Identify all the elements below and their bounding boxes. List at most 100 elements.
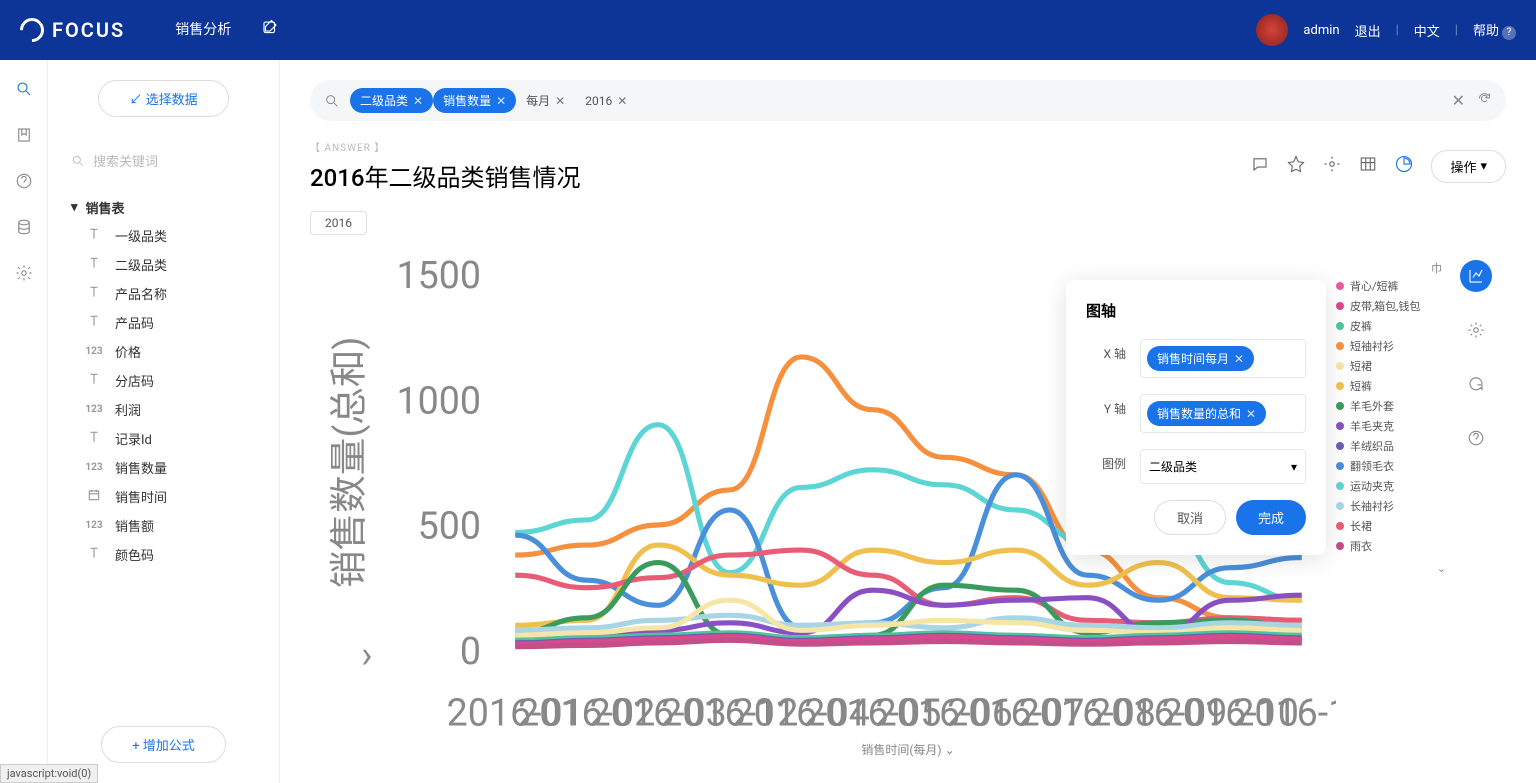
- info-button[interactable]: [1460, 422, 1492, 454]
- legend-item[interactable]: 皮带,箱包,钱包: [1336, 296, 1446, 316]
- search-icon[interactable]: [15, 80, 33, 98]
- field-item[interactable]: 记录Id: [63, 424, 264, 453]
- clear-icon[interactable]: ✕: [1452, 91, 1465, 110]
- field-tree: ▾ 销售表 一级品类二级品类产品名称产品码123价格分店码123利润记录Id12…: [63, 194, 264, 569]
- legend-item[interactable]: 背心/短裤: [1336, 276, 1446, 296]
- chart-area: 050010001500销售数量(总和)›2016-012016-022016-…: [310, 240, 1336, 736]
- pin-icon[interactable]: [1287, 155, 1305, 177]
- axis-config-panel: 图轴 X 轴 销售时间每月 ✕ Y 轴 销售数量的总和 ✕: [1066, 280, 1326, 555]
- query-pill[interactable]: 每月 ✕: [516, 88, 575, 113]
- help-icon[interactable]: [15, 172, 33, 190]
- reload-button[interactable]: [1460, 368, 1492, 400]
- settings-icon[interactable]: [1323, 155, 1341, 177]
- legend-item[interactable]: 短裤: [1336, 376, 1446, 396]
- legend-more-icon[interactable]: ⌄: [1336, 562, 1446, 575]
- answer-label: 【 ANSWER 】: [310, 139, 581, 154]
- header-right: admin 退出 | 中文 | 帮助?: [1256, 14, 1516, 46]
- y-axis-label: Y 轴: [1086, 394, 1126, 417]
- logo-icon: [15, 13, 49, 47]
- legend-item[interactable]: 短裙: [1336, 356, 1446, 376]
- legend-item[interactable]: 长袖衬衫: [1336, 496, 1446, 516]
- gear-icon[interactable]: [15, 264, 33, 282]
- x-axis-label: X 轴: [1086, 339, 1126, 362]
- svg-text:销售数量(总和): 销售数量(总和): [327, 336, 371, 588]
- field-item[interactable]: 二级品类: [63, 250, 264, 279]
- query-pills: 二级品类 ✕销售数量 ✕每月 ✕2016 ✕: [350, 88, 637, 113]
- query-pill[interactable]: 2016 ✕: [575, 90, 637, 112]
- table-header[interactable]: ▾ 销售表: [63, 194, 264, 221]
- search-icon: [324, 93, 340, 109]
- year-tab[interactable]: 2016: [310, 211, 367, 235]
- brand-logo: FOCUS: [20, 18, 125, 42]
- database-icon[interactable]: [15, 218, 33, 236]
- left-rail: [0, 60, 48, 783]
- title-actions: 操作 ▾: [1251, 150, 1506, 183]
- query-bar: 二级品类 ✕销售数量 ✕每月 ✕2016 ✕ ✕: [310, 80, 1506, 121]
- svg-text:1500: 1500: [396, 254, 481, 298]
- header-nav: 销售分析: [175, 19, 279, 41]
- config-button[interactable]: [1460, 314, 1492, 346]
- panel-title: 图轴: [1086, 300, 1306, 321]
- search-input[interactable]: 搜索关键词: [63, 147, 264, 174]
- nav-sales-analysis[interactable]: 销售分析: [175, 19, 231, 41]
- legend-select[interactable]: 二级品类▾: [1140, 449, 1306, 484]
- legend-item[interactable]: 羊毛外套: [1336, 396, 1446, 416]
- query-pill[interactable]: 二级品类 ✕: [350, 88, 433, 113]
- fields-sidebar: ↙ 选择数据 搜索关键词 ▾ 销售表 一级品类二级品类产品名称产品码123价格分…: [48, 60, 280, 783]
- svg-text:500: 500: [418, 505, 481, 549]
- field-item[interactable]: 123销售额: [63, 511, 264, 540]
- svg-text:›: ›: [361, 634, 372, 678]
- username[interactable]: admin: [1303, 23, 1339, 38]
- field-item[interactable]: 销售时间: [63, 482, 264, 511]
- help-link[interactable]: 帮助?: [1473, 20, 1516, 40]
- comment-icon[interactable]: [1251, 155, 1269, 177]
- axis-config-button[interactable]: [1460, 260, 1492, 292]
- query-pill[interactable]: 销售数量 ✕: [433, 88, 516, 113]
- add-formula-button[interactable]: + 增加公式: [101, 726, 226, 763]
- legend-item[interactable]: 羊毛夹克: [1336, 416, 1446, 436]
- field-item[interactable]: 分店码: [63, 366, 264, 395]
- legend-item[interactable]: 运动夹克: [1336, 476, 1446, 496]
- legend-partial: 巾: [1336, 260, 1446, 276]
- status-bar: javascript:void(0): [0, 764, 98, 783]
- field-item[interactable]: 产品码: [63, 308, 264, 337]
- select-data-button[interactable]: ↙ 选择数据: [98, 80, 228, 117]
- legend-item[interactable]: 翻领毛衣: [1336, 456, 1446, 476]
- legend-label: 图例: [1086, 449, 1126, 472]
- page-title: 2016年二级品类销售情况: [310, 158, 581, 193]
- field-item[interactable]: 一级品类: [63, 221, 264, 250]
- x-axis-pill[interactable]: 销售时间每月 ✕: [1147, 346, 1254, 371]
- svg-text:0: 0: [460, 630, 481, 674]
- svg-text:1000: 1000: [396, 379, 481, 423]
- cancel-button[interactable]: 取消: [1154, 500, 1226, 535]
- edit-icon[interactable]: [261, 19, 279, 41]
- table-icon[interactable]: [1359, 155, 1377, 177]
- operations-button[interactable]: 操作 ▾: [1431, 150, 1506, 183]
- field-item[interactable]: 123销售数量: [63, 453, 264, 482]
- legend-item[interactable]: 短袖衬衫: [1336, 336, 1446, 356]
- avatar[interactable]: [1256, 14, 1288, 46]
- field-item[interactable]: 颜色码: [63, 540, 264, 569]
- field-item[interactable]: 123利润: [63, 395, 264, 424]
- field-item[interactable]: 产品名称: [63, 279, 264, 308]
- svg-text:2016-11: 2016-11: [1233, 692, 1336, 736]
- chart-icon[interactable]: [1395, 155, 1413, 177]
- legend-item[interactable]: 羊绒织品: [1336, 436, 1446, 456]
- right-rail: [1446, 240, 1506, 736]
- language-link[interactable]: 中文: [1414, 21, 1440, 40]
- legend-item[interactable]: 长裙: [1336, 516, 1446, 536]
- chart-legend: 巾 背心/短裤皮带,箱包,钱包皮裤短袖衬衫短裙短裤羊毛外套羊毛夹克羊绒织品翻领毛…: [1336, 240, 1446, 720]
- app-header: FOCUS 销售分析 admin 退出 | 中文 | 帮助?: [0, 0, 1536, 60]
- logout-link[interactable]: 退出: [1355, 21, 1381, 40]
- bookmark-icon[interactable]: [15, 126, 33, 144]
- field-item[interactable]: 123价格: [63, 337, 264, 366]
- legend-item[interactable]: 雨衣: [1336, 536, 1446, 556]
- x-axis-input[interactable]: 销售时间每月 ✕: [1140, 339, 1306, 378]
- legend-item[interactable]: 皮裤: [1336, 316, 1446, 336]
- y-axis-input[interactable]: 销售数量的总和 ✕: [1140, 394, 1306, 433]
- y-axis-pill[interactable]: 销售数量的总和 ✕: [1147, 401, 1266, 426]
- refresh-icon[interactable]: [1477, 91, 1492, 110]
- brand-text: FOCUS: [52, 18, 125, 42]
- confirm-button[interactable]: 完成: [1236, 500, 1306, 535]
- main-content: 二级品类 ✕销售数量 ✕每月 ✕2016 ✕ ✕ 【 ANSWER 】 2016…: [280, 60, 1536, 783]
